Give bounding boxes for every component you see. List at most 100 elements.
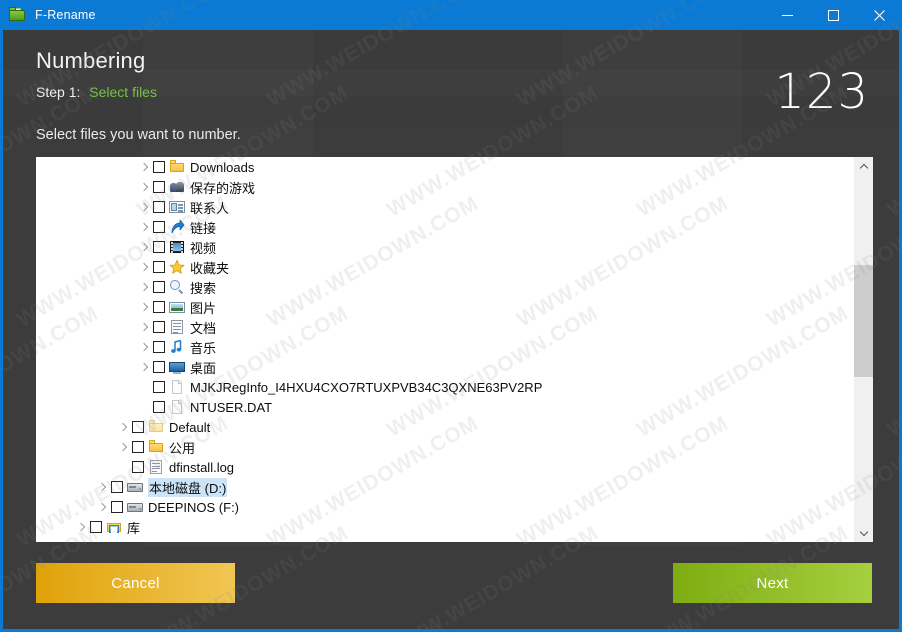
chevron-right-icon[interactable]	[139, 182, 150, 193]
folder-icon	[169, 159, 185, 175]
contacts-icon	[169, 199, 185, 215]
tree-item[interactable]: 文档	[36, 317, 854, 337]
chevron-right-icon[interactable]	[139, 222, 150, 233]
chevron-right-icon[interactable]	[139, 302, 150, 313]
tree-item-checkbox[interactable]	[153, 401, 165, 413]
tree-item-label: dfinstall.log	[169, 459, 235, 475]
tree-item-checkbox[interactable]	[153, 281, 165, 293]
tree-item-checkbox[interactable]	[153, 321, 165, 333]
tree-item[interactable]: 图片	[36, 297, 854, 317]
chevron-right-icon[interactable]	[118, 422, 129, 433]
tree-item[interactable]: MJKJRegInfo_I4HXU4CXO7RTUXPVB34C3QXNE63P…	[36, 377, 854, 397]
scroll-thumb[interactable]	[854, 265, 873, 377]
tree-item-checkbox[interactable]	[153, 221, 165, 233]
next-button[interactable]: Next	[673, 563, 872, 603]
tree-item-checkbox[interactable]	[90, 521, 102, 533]
tree-item-checkbox[interactable]	[132, 421, 144, 433]
tree-item-label: 公用	[169, 440, 196, 456]
tree-item-checkbox[interactable]	[153, 301, 165, 313]
desktop-icon	[169, 359, 185, 375]
tree-item[interactable]: 链接	[36, 217, 854, 237]
tree-item-checkbox[interactable]	[153, 361, 165, 373]
chevron-right-icon[interactable]	[139, 362, 150, 373]
chevron-right-icon[interactable]	[139, 262, 150, 273]
tree-item-checkbox[interactable]	[153, 261, 165, 273]
tree-item-label: 视频	[190, 240, 217, 256]
chevron-right-icon[interactable]	[118, 442, 129, 453]
folder-pale-icon	[148, 419, 164, 435]
drive-icon	[127, 499, 143, 515]
tree-item-label: 文档	[190, 320, 217, 336]
tree-item-checkbox[interactable]	[132, 461, 144, 473]
maximize-button[interactable]	[810, 0, 856, 30]
tree-item-checkbox[interactable]	[153, 341, 165, 353]
tree-item-label: 本地磁盘 (D:)	[148, 477, 228, 497]
app-folder-icon	[9, 7, 27, 23]
watermark-text: WWW.WEIDOWN.COM	[883, 301, 902, 442]
chevron-right-icon[interactable]	[139, 322, 150, 333]
chevron-right-icon[interactable]	[76, 522, 87, 533]
chevron-right-icon[interactable]	[139, 342, 150, 353]
scroll-up-arrow-icon[interactable]	[854, 157, 873, 176]
tree-item-label: MJKJRegInfo_I4HXU4CXO7RTUXPVB34C3QXNE63P…	[190, 379, 543, 395]
drive-icon	[127, 479, 143, 495]
tree-item[interactable]: 本地磁盘 (D:)	[36, 477, 854, 497]
video-icon	[169, 239, 185, 255]
tree-item-label: 保存的游戏	[190, 180, 256, 196]
chevron-right-icon[interactable]	[139, 162, 150, 173]
minimize-button[interactable]	[764, 0, 810, 30]
tree-item-checkbox[interactable]	[153, 181, 165, 193]
tree-item-label: Default	[169, 419, 211, 435]
tree-item[interactable]: 收藏夹	[36, 257, 854, 277]
chevron-right-icon[interactable]	[139, 242, 150, 253]
tree-item[interactable]: 桌面	[36, 357, 854, 377]
tree-item[interactable]: 搜索	[36, 277, 854, 297]
scroll-down-arrow-icon[interactable]	[854, 523, 873, 542]
tree-item[interactable]: DEEPINOS (F:)	[36, 497, 854, 517]
tree-vertical-scrollbar[interactable]	[854, 157, 873, 542]
watermark-text: WWW.WEIDOWN.COM	[883, 521, 902, 632]
cancel-button[interactable]: Cancel	[36, 563, 235, 603]
tree-item[interactable]: dfinstall.log	[36, 457, 854, 477]
documents-icon	[169, 319, 185, 335]
tree-item[interactable]: 公用	[36, 437, 854, 457]
tree-item-label: Downloads	[190, 159, 255, 175]
close-button[interactable]	[856, 0, 899, 30]
tree-item[interactable]: NTUSER.DAT	[36, 397, 854, 417]
chevron-right-icon[interactable]	[97, 482, 108, 493]
tree-item-checkbox[interactable]	[111, 501, 123, 513]
library-folder-icon	[106, 519, 122, 535]
chevron-right-icon[interactable]	[97, 502, 108, 513]
tree-item-checkbox[interactable]	[132, 441, 144, 453]
instruction-text: Select files you want to number.	[36, 127, 241, 143]
tree-item[interactable]: 保存的游戏	[36, 177, 854, 197]
file-tree-list[interactable]: Downloads 保存的游戏 联系人链接视频收藏夹 搜索图片文档 音乐 桌面 MJKJRe…	[36, 157, 854, 542]
file-icon	[169, 379, 185, 395]
file-tree-panel[interactable]: Downloads 保存的游戏 联系人链接视频收藏夹 搜索图片文档 音乐 桌面 MJKJRe…	[36, 157, 873, 542]
tree-item-label: 链接	[190, 220, 217, 236]
chevron-right-icon[interactable]	[139, 202, 150, 213]
step-value: Select files	[89, 84, 157, 100]
header-panel: Numbering Step 1: Select files 123	[3, 30, 899, 126]
tree-item-label: 图片	[190, 300, 217, 316]
tree-item-label: 收藏夹	[190, 260, 230, 276]
log-file-icon	[148, 459, 164, 475]
tree-item-checkbox[interactable]	[153, 241, 165, 253]
window-controls	[764, 0, 899, 30]
tree-item[interactable]: 音乐	[36, 337, 854, 357]
tree-item[interactable]: 联系人	[36, 197, 854, 217]
chevron-right-icon[interactable]	[139, 282, 150, 293]
tree-item-checkbox[interactable]	[153, 201, 165, 213]
tree-item[interactable]: 库	[36, 517, 854, 537]
tree-item[interactable]: Default	[36, 417, 854, 437]
tree-item[interactable]: 视频	[36, 237, 854, 257]
saved-games-icon	[169, 179, 185, 195]
tree-item-checkbox[interactable]	[111, 481, 123, 493]
file-icon	[169, 399, 185, 415]
tree-item-checkbox[interactable]	[153, 381, 165, 393]
tree-item-label: 库	[127, 520, 141, 536]
tree-item-checkbox[interactable]	[153, 161, 165, 173]
tree-item[interactable]: Downloads	[36, 157, 854, 177]
